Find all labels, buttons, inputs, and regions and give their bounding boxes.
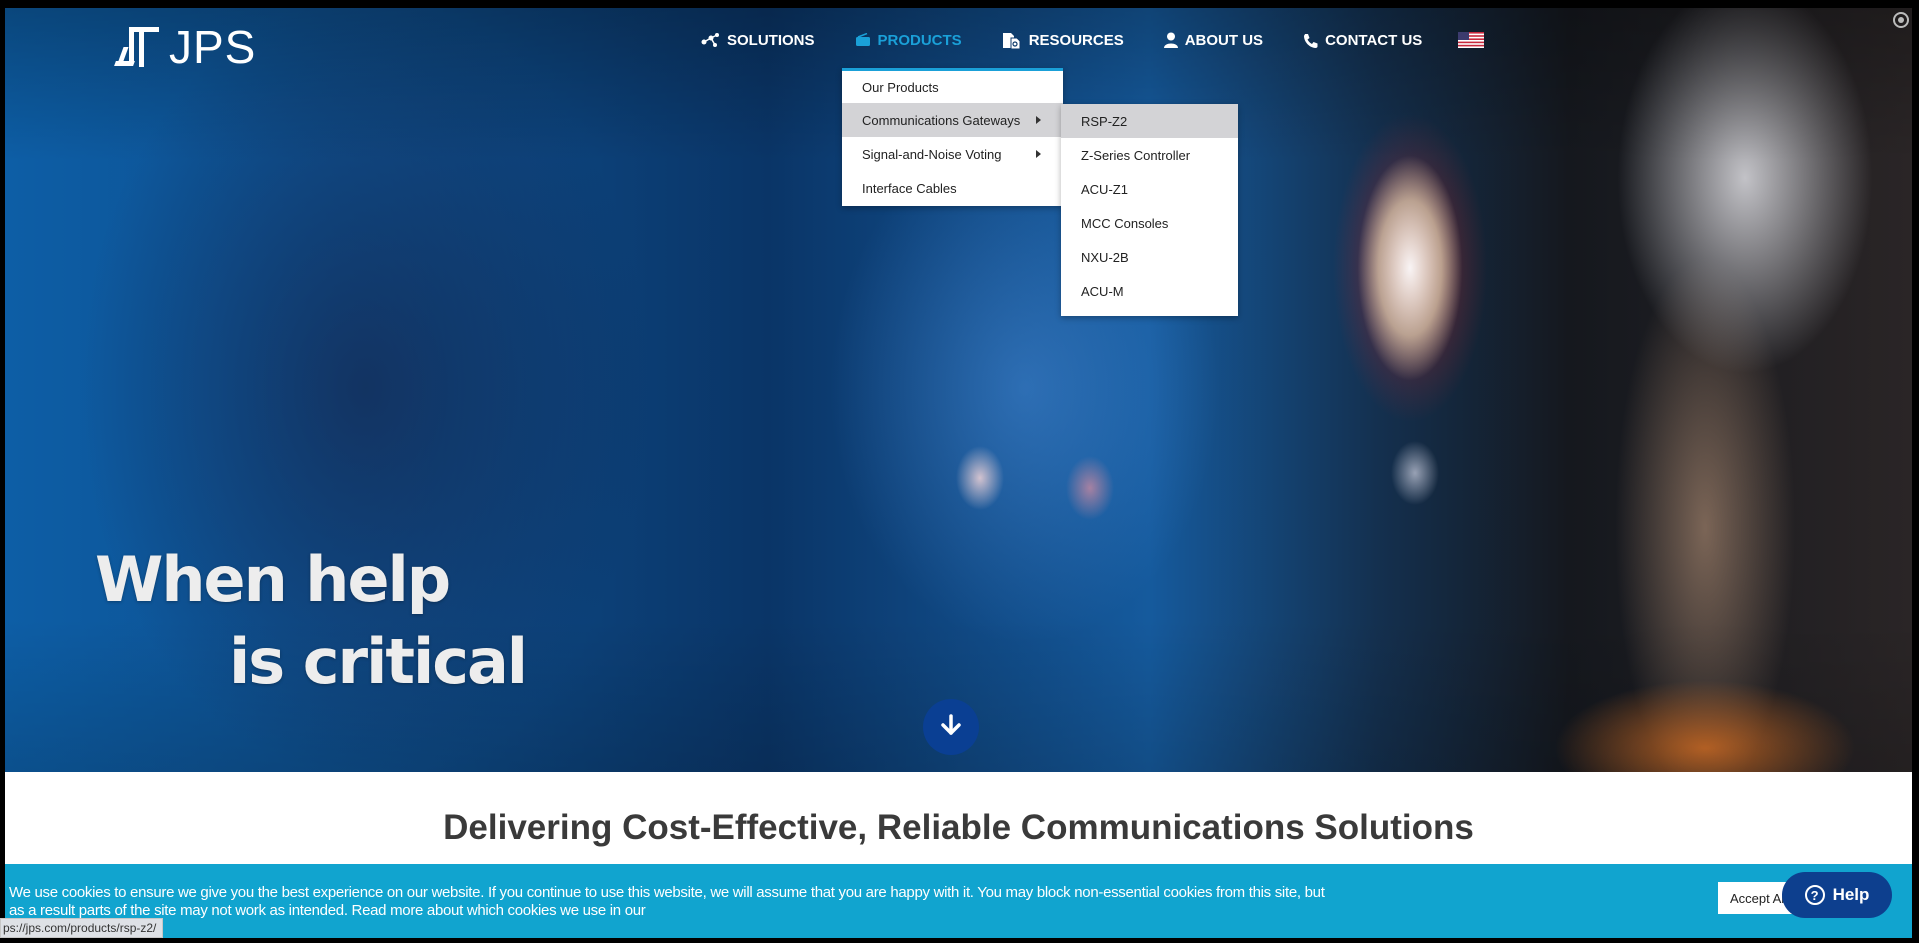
caret-right-icon [1036,116,1041,124]
documents-icon [1002,32,1022,49]
submenu-item-label: Z-Series Controller [1081,147,1191,163]
submenu-item-mcc-consoles[interactable]: MCC Consoles [1061,206,1238,240]
submenu-item-z-series-controller[interactable]: Z-Series Controller [1061,138,1238,172]
submenu-item-nxu-2b[interactable]: NXU-2B [1061,240,1238,274]
arrow-down-icon [939,713,963,742]
nav-resources-label: RESOURCES [1028,31,1124,49]
submenu-item-label: RSP-Z2 [1081,113,1128,129]
main-nav: SOLUTIONS PRODUCTS RESOURCES ABOUT US CO… [700,28,1485,52]
submenu-item-label: MCC Consoles [1081,215,1169,231]
phone-icon [1303,33,1318,48]
submenu-item-rsp-z2[interactable]: RSP-Z2 [1061,104,1238,138]
caret-right-icon [1036,150,1041,158]
us-flag-icon[interactable] [1458,32,1485,48]
hero-headline-line1: When help [95,543,451,616]
nav-about-us-label: ABOUT US [1184,31,1264,49]
menu-item-interface-cables[interactable]: Interface Cables [842,171,1063,205]
status-bar-url: ps://jps.com/products/rsp-z2/ [0,918,164,938]
section-tagline: Delivering Cost-Effective, Reliable Comm… [443,808,1474,847]
menu-item-label: Interface Cables [862,180,957,196]
jps-logo[interactable]: JPS [114,21,257,73]
browser-viewport: JPS SOLUTIONS PRODUCTS RESOURCES ABOUT U… [5,8,1912,938]
products-dropdown: Our Products Communications Gateways Sig… [842,68,1063,206]
nav-contact-us-label: CONTACT US [1325,31,1423,49]
submenu-item-label: ACU-Z1 [1081,181,1128,197]
hero-headline-line2: is critical [229,625,528,698]
network-icon [700,32,720,48]
logo-mark-icon [114,25,163,69]
radio-icon [855,33,871,47]
nav-resources[interactable]: RESOURCES [1002,28,1124,52]
nav-solutions[interactable]: SOLUTIONS [700,28,815,52]
submenu-item-label: NXU-2B [1081,249,1129,265]
user-icon [1163,32,1178,48]
cookie-banner: We use cookies to ensure we give you the… [5,864,1912,938]
menu-item-label: Signal-and-Noise Voting [862,146,1002,162]
submenu-item-label: ACU-M [1081,283,1124,299]
gateways-submenu: RSP-Z2 Z-Series Controller ACU-Z1 MCC Co… [1061,104,1238,316]
nav-contact-us[interactable]: CONTACT US [1303,28,1422,52]
scroll-down-button[interactable] [923,699,979,755]
menu-item-signal-and-noise-voting[interactable]: Signal-and-Noise Voting [842,137,1063,171]
menu-item-communications-gateways[interactable]: Communications Gateways [842,103,1063,137]
nav-products-label: PRODUCTS [877,31,962,49]
submenu-item-acu-z1[interactable]: ACU-Z1 [1061,172,1238,206]
nav-products[interactable]: PRODUCTS [855,28,962,52]
menu-item-our-products[interactable]: Our Products [842,71,1063,103]
menu-item-label: Our Products [862,79,939,95]
cookie-text: We use cookies to ensure we give you the… [9,884,1325,919]
submenu-item-acu-m[interactable]: ACU-M [1061,274,1238,308]
help-button[interactable]: ? Help [1782,872,1892,918]
question-icon: ? [1804,885,1825,905]
logo-text: JPS [169,21,257,73]
nav-about-us[interactable]: ABOUT US [1163,28,1264,52]
nav-solutions-label: SOLUTIONS [727,31,815,49]
overlay-close-icon[interactable] [1893,12,1909,28]
help-label: Help [1832,885,1870,904]
menu-item-label: Communications Gateways [862,112,1021,128]
